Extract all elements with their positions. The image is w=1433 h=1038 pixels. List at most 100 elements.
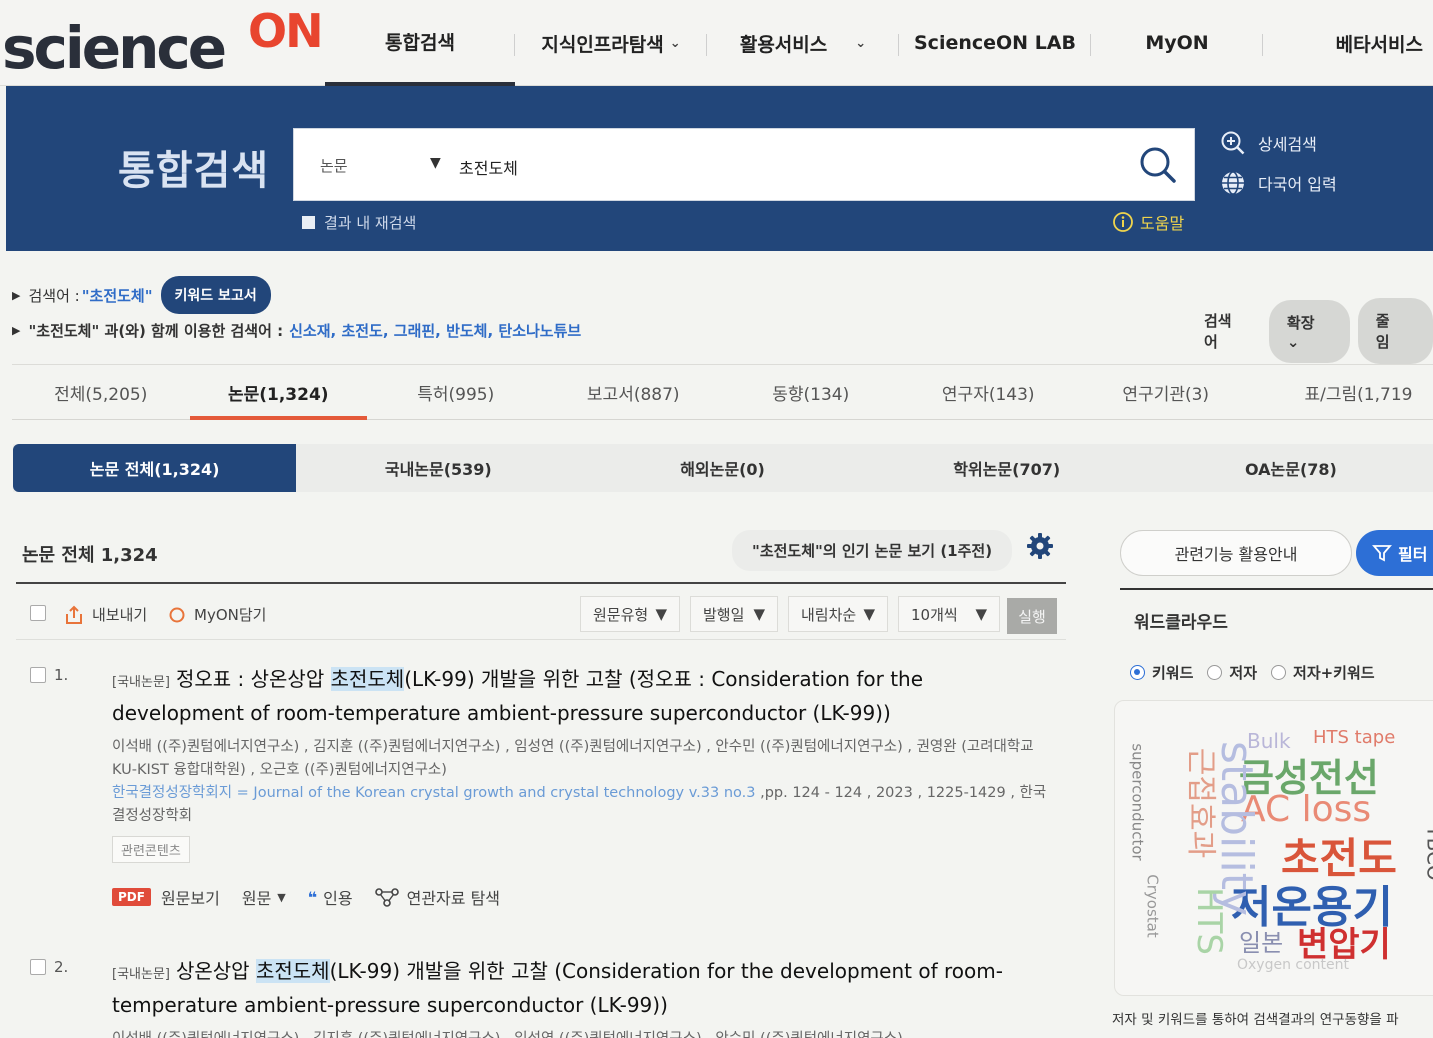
popular-papers-button[interactable]: "초전도체"의 인기 논문 보기 (1주전) [732, 530, 1013, 571]
result-index: 1. [54, 666, 69, 684]
radio-author-keyword[interactable] [1271, 665, 1287, 680]
wordcloud-word[interactable]: YBCO [1423, 825, 1433, 880]
result-title[interactable]: [국내논문] 상온상압 초전도체(LK-99) 개발을 위한 고찰 (Consid… [112, 956, 1052, 1020]
wordcloud-word[interactable]: Cryostat [1144, 874, 1162, 937]
caret-down-icon: ▼ [975, 605, 987, 623]
tab-papers[interactable]: 논문(1,324) [189, 365, 368, 420]
radio-label: 키워드 [1152, 664, 1194, 682]
search-input[interactable]: 초전도체 [459, 155, 518, 179]
filter-label: 필터 [1398, 545, 1428, 564]
checkbox-square [302, 216, 315, 229]
subtab-oa[interactable]: OA논문(78) [1149, 444, 1433, 492]
result-checkbox[interactable] [30, 959, 46, 975]
caret-down-icon[interactable]: ▼ [430, 155, 441, 171]
nav-label: 활용서비스 [739, 33, 828, 56]
help-link[interactable]: 도움말 [1112, 210, 1184, 234]
multilang-label: 다국어 입력 [1258, 175, 1337, 194]
export-label: 내보내기 [92, 606, 148, 624]
nav-item-knowledge-infra[interactable]: 지식인프라탐색 ⌄ [515, 0, 707, 86]
tab-all[interactable]: 전체(5,205) [12, 365, 190, 419]
tab-researchers[interactable]: 연구자(143) [900, 365, 1078, 419]
subtab-thesis[interactable]: 학위논문(707) [865, 444, 1149, 492]
source-type-dropdown[interactable]: 원문유형 ▼ [580, 596, 680, 632]
subtab-all-papers[interactable]: 논문 전체(1,324) [13, 444, 297, 492]
view-original-button[interactable]: PDF 원문보기 [112, 885, 220, 909]
pubdate-dropdown[interactable]: 발행일 ▼ [690, 596, 778, 632]
tab-trends[interactable]: 동향(134) [722, 365, 900, 419]
chevron-down-icon: ⌄ [855, 35, 867, 51]
journal-link[interactable]: 한국결정성장학회지 = Journal of the Korean crysta… [112, 785, 755, 801]
circle-icon [169, 607, 185, 622]
wordcloud-word[interactable]: Oxygen content [1237, 957, 1349, 973]
search-icon[interactable] [1136, 143, 1180, 187]
result-type-tag: [국내논문] [112, 675, 170, 690]
subtab-domestic[interactable]: 국내논문(539) [296, 444, 580, 492]
nav-item-integrated-search[interactable]: 통합검색 [325, 0, 515, 86]
search-box: 논문 ▼ 초전도체 [293, 128, 1195, 201]
info-icon [1113, 212, 1133, 232]
keyword-controls: 검색어 확장 ⌄ 줄임 [1188, 298, 1433, 364]
result-type-tabs: 전체(5,205) 논문(1,324) 특허(995) 보고서(887) 동향(… [12, 364, 1433, 420]
result-checkbox[interactable] [30, 667, 46, 683]
original-label: 원문 [241, 889, 272, 908]
dropdown-label: 원문유형 [593, 605, 649, 624]
radio-author[interactable] [1207, 665, 1223, 680]
wordcloud-title: 워드클라우드 [1120, 588, 1433, 633]
feature-guide-button[interactable]: 관련기능 활용안내 [1120, 530, 1352, 576]
radio-label: 저자+키워드 [1293, 664, 1375, 682]
wordcloud-word[interactable]: HTS [1189, 887, 1229, 955]
result-body: [국내논문] 정오표 : 상온상압 초전도체(LK-99) 개발을 위한 고찰 (… [112, 664, 1052, 909]
nav-item-beta[interactable]: 베타서비스 [1263, 0, 1423, 86]
subtab-overseas[interactable]: 해외논문(0) [580, 444, 864, 492]
wordcloud-note: 저자 및 키워드를 통하여 검색결과의 연구동향을 파 [1112, 1012, 1399, 1028]
myon-label: MyON담기 [194, 606, 267, 624]
reduce-button[interactable]: 줄임 [1357, 298, 1433, 364]
original-dropdown[interactable]: 원문 ▼ [242, 885, 286, 909]
related-content-badge[interactable]: 관련콘텐츠 [112, 836, 190, 863]
nav-item-myon[interactable]: MyON [1091, 0, 1263, 86]
nav-item-services[interactable]: 활용서비스 ⌄ [707, 0, 899, 86]
results-header: 논문 전체 1,324 "초전도체"의 인기 논문 보기 (1주전) [16, 528, 1066, 584]
search-category-select[interactable]: 논문 [320, 155, 348, 176]
search-band: 통합검색 논문 ▼ 초전도체 상세검색 다국어 입력 결과 내 재검색 도움말 [6, 86, 1433, 251]
search-word-toggle[interactable]: 검색어 [1188, 310, 1261, 352]
page-size-dropdown[interactable]: 10개씩 ▼ [898, 596, 1000, 632]
export-button[interactable]: 내보내기 [64, 604, 147, 625]
network-icon [374, 888, 399, 907]
result-actions: PDF 원문보기 원문 ▼ ❝ 인용 연관자료 탐색 [112, 885, 1052, 909]
run-button[interactable]: 실행 [1007, 598, 1057, 634]
wordcloud-word[interactable]: 근접효과 [1182, 748, 1226, 858]
multilang-input-link[interactable]: 다국어 입력 [1220, 170, 1337, 196]
tab-reports[interactable]: 보고서(887) [545, 365, 723, 419]
expand-button[interactable]: 확장 ⌄ [1268, 299, 1350, 363]
search-in-results-checkbox[interactable]: 결과 내 재검색 [302, 212, 416, 233]
nav-label: MyON [1145, 32, 1209, 54]
tab-institutions[interactable]: 연구기관(3) [1077, 365, 1255, 419]
title-part: 상온상압 [175, 959, 256, 983]
select-all-checkbox[interactable] [30, 605, 46, 621]
result-title[interactable]: [국내논문] 정오표 : 상온상압 초전도체(LK-99) 개발을 위한 고찰 (… [112, 664, 1052, 728]
wordcloud-word[interactable]: superconductor [1129, 743, 1147, 860]
keyword-report-button[interactable]: 키워드 보고서 [160, 276, 271, 314]
result-source: 한국결정성장학회지 = Journal of the Korean crysta… [112, 782, 1052, 828]
search-in-results-label: 결과 내 재검색 [324, 214, 417, 232]
filter-button[interactable]: 필터 [1356, 530, 1433, 576]
related-explore-button[interactable]: 연관자료 탐색 [374, 885, 500, 909]
tab-patents[interactable]: 특허(995) [367, 365, 545, 419]
myon-save-button[interactable]: MyON담기 [168, 604, 266, 625]
nav-label: 통합검색 [385, 31, 455, 54]
cite-button[interactable]: ❝ 인용 [308, 885, 353, 909]
related-terms-links[interactable]: 신소재, 초전도, 그래핀, 반도체, 탄소나노튜브 [289, 320, 581, 341]
wordcloud-word[interactable]: 일본 [1239, 923, 1283, 958]
wordcloud-mode-radios: 키워드 저자 저자+키워드 [1130, 662, 1389, 683]
radio-keyword[interactable] [1130, 665, 1145, 680]
result-number: 1. [30, 666, 68, 684]
nav-item-scienceon-lab[interactable]: ScienceON LAB [899, 0, 1091, 86]
tab-tables-figures[interactable]: 표/그림(1,719 [1255, 365, 1433, 419]
wordcloud-word[interactable]: HTS tape [1313, 727, 1395, 748]
advanced-search-link[interactable]: 상세검색 [1220, 130, 1337, 156]
search-page-title: 통합검색 [118, 148, 270, 194]
search-term-row: ▶ 검색어 : "초전도체" 키워드 보고서 [12, 276, 271, 314]
sort-order-dropdown[interactable]: 내림차순 ▼ [788, 596, 888, 632]
gear-icon[interactable] [1026, 532, 1054, 560]
